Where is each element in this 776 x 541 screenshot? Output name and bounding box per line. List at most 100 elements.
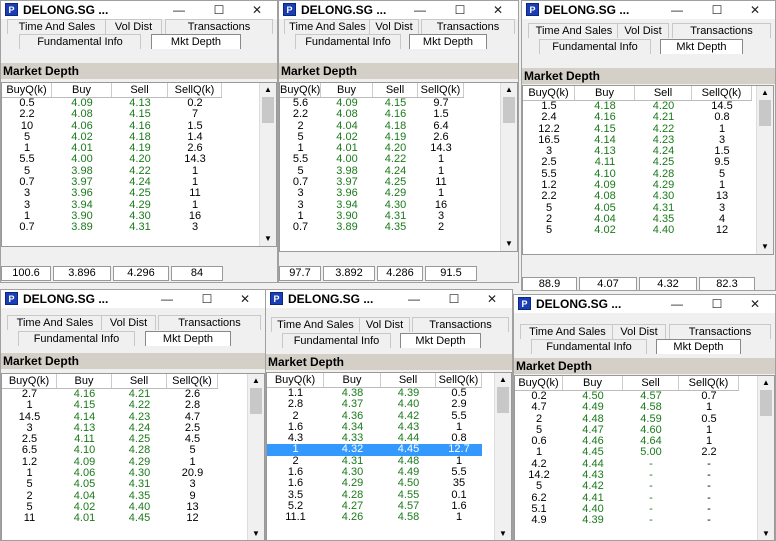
column-header[interactable]: SellQ(k) xyxy=(679,376,739,390)
table-row[interactable]: 2.4 4.16 4.21 0.8 xyxy=(523,111,752,123)
tab-fundamental-info[interactable]: Fundamental Info xyxy=(531,339,647,354)
tab-transactions[interactable]: Transactions xyxy=(669,324,771,339)
column-header[interactable]: BuyQ(k) xyxy=(280,83,321,97)
column-header[interactable]: Sell xyxy=(623,376,679,390)
column-header[interactable]: Sell xyxy=(635,86,692,100)
scroll-up-icon[interactable]: ▲ xyxy=(757,86,773,100)
title-bar[interactable]: P DELONG.SG ... — ☐ ✕ xyxy=(279,1,518,19)
title-bar[interactable]: P DELONG.SG ... — ☐ ✕ xyxy=(266,290,512,308)
scroll-down-icon[interactable]: ▼ xyxy=(501,237,517,251)
table-row[interactable]: 3 3.94 4.30 16 xyxy=(280,199,464,211)
tab-vol-dist[interactable]: Vol Dist xyxy=(617,23,669,38)
tab-fundamental-info[interactable]: Fundamental Info xyxy=(18,331,135,346)
table-row[interactable]: 5 4.42 - - xyxy=(515,481,739,493)
tab-vol-dist[interactable]: Vol Dist xyxy=(359,317,410,332)
table-row[interactable]: 2.2 4.08 4.15 7 xyxy=(2,108,222,120)
scroll-up-icon[interactable]: ▲ xyxy=(260,83,276,97)
table-row[interactable]: 1 3.90 4.30 16 xyxy=(2,210,222,222)
tab-transactions[interactable]: Transactions xyxy=(672,23,771,38)
tab-time-and-sales[interactable]: Time And Sales xyxy=(7,315,103,330)
maximize-button[interactable]: ☐ xyxy=(199,1,239,19)
maximize-button[interactable]: ☐ xyxy=(440,1,480,19)
table-row[interactable]: 1 4.45 5.00 2.2 xyxy=(515,447,739,459)
tab-vol-dist[interactable]: Vol Dist xyxy=(612,324,666,339)
table-row[interactable]: 2.2 4.08 4.16 1.5 xyxy=(280,108,464,120)
tab-fundamental-info[interactable]: Fundamental Info xyxy=(282,333,391,348)
scroll-thumb[interactable] xyxy=(759,100,771,126)
tab-fundamental-info[interactable]: Fundamental Info xyxy=(539,39,651,54)
column-header[interactable]: SellQ(k) xyxy=(168,83,222,97)
column-header[interactable]: Buy xyxy=(52,83,112,97)
title-bar[interactable]: P DELONG.SG ... — ☐ ✕ xyxy=(1,290,265,308)
table-row[interactable]: 2.5 4.11 4.25 9.5 xyxy=(523,157,752,169)
close-button[interactable]: ✕ xyxy=(472,290,512,308)
table-row[interactable]: 2.2 4.08 4.30 13 xyxy=(523,191,752,203)
scroll-thumb[interactable] xyxy=(760,390,772,416)
table-row[interactable]: 5.1 4.40- - xyxy=(515,503,739,515)
table-row[interactable]: 0.7 3.89 4.31 3 xyxy=(2,221,222,233)
minimize-button[interactable]: — xyxy=(400,1,440,19)
scroll-thumb[interactable] xyxy=(262,97,274,123)
scroll-thumb[interactable] xyxy=(503,97,515,123)
scroll-down-icon[interactable]: ▼ xyxy=(495,527,511,540)
maximize-button[interactable]: ☐ xyxy=(187,290,227,308)
tab-time-and-sales[interactable]: Time And Sales xyxy=(520,324,615,339)
minimize-button[interactable]: — xyxy=(159,1,199,19)
tab-transactions[interactable]: Transactions xyxy=(158,315,261,330)
tab-time-and-sales[interactable]: Time And Sales xyxy=(284,19,371,34)
tab-vol-dist[interactable]: Vol Dist xyxy=(101,315,156,330)
tab-vol-dist[interactable]: Vol Dist xyxy=(369,19,419,34)
tab-transactions[interactable]: Transactions xyxy=(165,19,273,34)
tab-mkt-depth[interactable]: Mkt Depth xyxy=(660,39,743,54)
table-row[interactable]: 4.9 4.39 - - xyxy=(515,514,739,526)
tab-mkt-depth[interactable]: Mkt Depth xyxy=(151,34,241,49)
tab-time-and-sales[interactable]: Time And Sales xyxy=(271,317,360,332)
title-bar[interactable]: P DELONG.SG ... — ☐ ✕ xyxy=(522,1,775,19)
tab-transactions[interactable]: Transactions xyxy=(412,317,509,332)
column-header[interactable]: SellQ(k) xyxy=(167,374,218,388)
maximize-button[interactable]: ☐ xyxy=(434,290,474,308)
table-row[interactable]: 5 4.05 4.31 3 xyxy=(523,202,752,214)
close-button[interactable]: ✕ xyxy=(735,295,775,313)
tab-vol-dist[interactable]: Vol Dist xyxy=(105,19,162,34)
tab-mkt-depth[interactable]: Mkt Depth xyxy=(656,339,741,354)
vertical-scrollbar[interactable]: ▲ ▼ xyxy=(494,373,511,540)
table-row[interactable]: 5 4.05 4.31 3 xyxy=(2,479,218,491)
maximize-button[interactable]: ☐ xyxy=(697,1,737,19)
table-row[interactable]: 11.1 4.26 4.58 1 xyxy=(267,511,482,523)
tab-mkt-depth[interactable]: Mkt Depth xyxy=(145,331,231,346)
vertical-scrollbar[interactable]: ▲ ▼ xyxy=(756,86,773,254)
table-row[interactable]: 6.2 4.41- - xyxy=(515,492,739,504)
tab-mkt-depth[interactable]: Mkt Depth xyxy=(409,34,487,49)
column-header[interactable]: BuyQ(k) xyxy=(2,374,57,388)
column-header[interactable]: BuyQ(k) xyxy=(523,86,575,100)
scroll-up-icon[interactable]: ▲ xyxy=(248,374,264,388)
minimize-button[interactable]: — xyxy=(657,1,697,19)
table-row[interactable]: 11 4.01 4.45 12 xyxy=(2,512,218,524)
scroll-thumb[interactable] xyxy=(250,388,262,414)
tab-transactions[interactable]: Transactions xyxy=(421,19,515,34)
column-header[interactable]: BuyQ(k) xyxy=(267,373,324,387)
vertical-scrollbar[interactable]: ▲ ▼ xyxy=(757,376,774,540)
column-header[interactable]: Sell xyxy=(373,83,418,97)
minimize-button[interactable]: — xyxy=(147,290,187,308)
table-row[interactable]: 1 4.32 4.45 12.7 xyxy=(267,444,482,456)
column-header[interactable]: Sell xyxy=(381,373,436,387)
table-row[interactable]: 5.5 4.00 4.20 14.3 xyxy=(2,154,222,166)
column-header[interactable]: SellQ(k) xyxy=(418,83,464,97)
table-row[interactable]: 14.2 4.43- - xyxy=(515,469,739,481)
table-row[interactable]: 0.5 4.09 4.13 0.2 xyxy=(2,97,222,109)
column-header[interactable]: Buy xyxy=(57,374,112,388)
tab-fundamental-info[interactable]: Fundamental Info xyxy=(295,34,401,49)
minimize-button[interactable]: — xyxy=(394,290,434,308)
table-row[interactable]: 5 3.98 4.22 1 xyxy=(2,165,222,177)
scroll-up-icon[interactable]: ▲ xyxy=(758,376,774,390)
column-header[interactable]: Buy xyxy=(324,373,381,387)
maximize-button[interactable]: ☐ xyxy=(697,295,737,313)
table-row[interactable]: 1 4.06 4.30 20.9 xyxy=(2,467,218,479)
scroll-down-icon[interactable]: ▼ xyxy=(248,527,264,540)
table-row[interactable]: 4.7 4.49 4.58 1 xyxy=(515,401,739,413)
column-header[interactable]: Sell xyxy=(112,374,167,388)
scroll-up-icon[interactable]: ▲ xyxy=(501,83,517,97)
close-button[interactable]: ✕ xyxy=(237,1,277,19)
